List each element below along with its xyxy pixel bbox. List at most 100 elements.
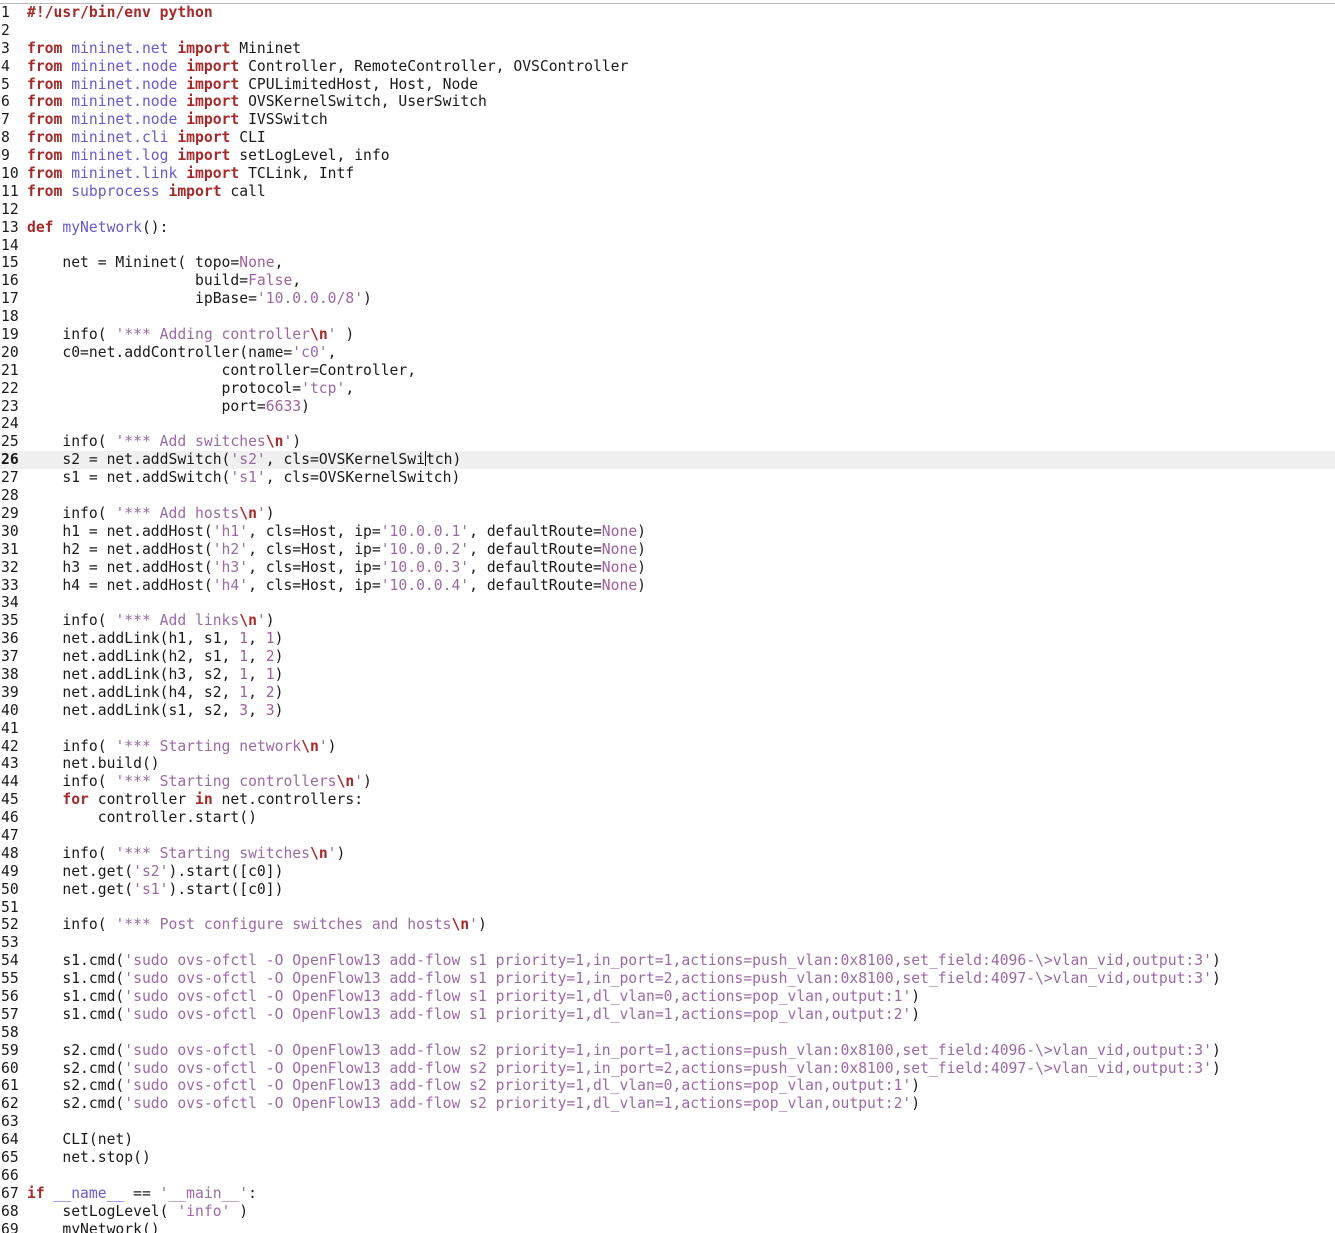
code-line[interactable]: 4 from mininet.node import Controller, Re… [0, 58, 1335, 76]
line-number: 24 [1, 415, 19, 433]
code-line[interactable]: 51 [0, 899, 1335, 917]
code-line[interactable]: 60 s2.cmd('sudo ovs-ofctl -O OpenFlow13 … [0, 1060, 1335, 1078]
code-token-esc: \n [451, 916, 470, 934]
code-line[interactable]: 49 net.get('s2').start([c0]) [0, 863, 1335, 881]
code-line[interactable]: 30 h1 = net.addHost('h1', cls=Host, ip='… [0, 523, 1335, 541]
code-line[interactable]: 28 [0, 487, 1335, 505]
code-line[interactable]: 14 [0, 237, 1335, 255]
code-token-p [177, 165, 186, 182]
code-line[interactable]: 21 controller=Controller, [0, 362, 1335, 380]
code-token-p: ) [911, 1077, 921, 1095]
code-line[interactable]: 24 [0, 415, 1335, 433]
code-token-p: h3 = net.addHost( [27, 558, 213, 576]
code-token-p: info( [27, 326, 116, 344]
code-token-p: net.addLink(h1, s1, [27, 630, 240, 648]
code-line[interactable]: 7 from mininet.node import IVSSwitch [0, 111, 1335, 129]
code-line[interactable]: 29 info( '*** Add hosts\n') [0, 505, 1335, 523]
line-number: 34 [1, 594, 19, 612]
code-line[interactable]: 25 info( '*** Add switches\n') [0, 433, 1335, 451]
code-token-str: '*** Add links [115, 612, 240, 630]
line-number: 50 [1, 880, 19, 898]
code-line[interactable]: 40 net.addLink(s1, s2, 3, 3) [0, 702, 1335, 720]
line-number: 68 [1, 1202, 19, 1220]
code-line[interactable]: 8 from mininet.cli import CLI [0, 129, 1335, 147]
code-line[interactable]: 43 net.build() [0, 755, 1335, 773]
code-line[interactable]: 10 from mininet.link import TCLink, Intf [0, 165, 1335, 183]
code-line[interactable]: 34 [0, 594, 1335, 612]
code-line[interactable]: 9 from mininet.log import setLogLevel, in… [0, 147, 1335, 165]
code-token-str: ' [327, 844, 337, 862]
code-line[interactable]: 3 from mininet.net import Mininet [0, 40, 1335, 58]
code-token-p [62, 58, 71, 75]
code-line[interactable]: 23 port=6633) [0, 398, 1335, 416]
code-line[interactable]: 44 info( '*** Starting controllers\n') [0, 773, 1335, 791]
code-line[interactable]: 31 h2 = net.addHost('h2', cls=Host, ip='… [0, 541, 1335, 559]
line-number: 15 [1, 254, 19, 272]
code-line[interactable]: 15 net = Mininet( topo=None, [0, 254, 1335, 272]
code-line[interactable]: 57 s1.cmd('sudo ovs-ofctl -O OpenFlow13 … [0, 1006, 1335, 1024]
code-line[interactable]: 54 s1.cmd('sudo ovs-ofctl -O OpenFlow13 … [0, 952, 1335, 970]
code-line[interactable]: 36 net.addLink(h1, s1, 1, 1) [0, 630, 1335, 648]
line-number: 10 [1, 165, 19, 183]
code-token-str: '*** Starting network [115, 737, 302, 755]
code-line[interactable]: 11 from subprocess import call [0, 183, 1335, 201]
code-line[interactable]: 67 if __name__ == '__main__': [0, 1185, 1335, 1203]
code-line[interactable]: 66 [0, 1167, 1335, 1185]
code-line[interactable]: 52 info( '*** Post configure switches an… [0, 916, 1335, 934]
code-line[interactable]: 13 def myNetwork(): [0, 219, 1335, 237]
code-line[interactable]: 12 [0, 201, 1335, 219]
code-line[interactable]: 39 net.addLink(h4, s2, 1, 2) [0, 684, 1335, 702]
code-token-p: s1.cmd( [27, 970, 125, 988]
code-editor[interactable]: 1 #!/usr/bin/env python 2 3 from mininet.net… [0, 3, 1335, 1233]
code-text: for controller in net.controllers: [27, 791, 363, 809]
code-text: s1.cmd('sudo ovs-ofctl -O OpenFlow13 add… [27, 952, 1220, 970]
code-token-p [160, 183, 169, 200]
code-line[interactable]: 69 myNetwork() [0, 1221, 1335, 1233]
code-line[interactable]: 50 net.get('s1').start([c0]) [0, 881, 1335, 899]
code-line[interactable]: 22 protocol='tcp', [0, 380, 1335, 398]
code-line[interactable]: 55 s1.cmd('sudo ovs-ofctl -O OpenFlow13 … [0, 970, 1335, 988]
code-line[interactable]: 19 info( '*** Adding controller\n' ) [0, 326, 1335, 344]
code-token-num: 6633 [265, 397, 302, 415]
code-token-p: call [221, 182, 266, 200]
code-line[interactable]: 63 [0, 1113, 1335, 1131]
code-line[interactable]: 56 s1.cmd('sudo ovs-ofctl -O OpenFlow13 … [0, 988, 1335, 1006]
code-line[interactable]: 42 info( '*** Starting network\n') [0, 738, 1335, 756]
code-token-p: net.addLink(h4, s2, [27, 683, 240, 701]
code-line[interactable]: 59 s2.cmd('sudo ovs-ofctl -O OpenFlow13 … [0, 1042, 1335, 1060]
code-line[interactable]: 41 [0, 720, 1335, 738]
code-line[interactable]: 65 net.stop() [0, 1149, 1335, 1167]
code-token-p: myNetwork() [27, 1220, 160, 1233]
code-line[interactable]: 58 [0, 1024, 1335, 1042]
code-line[interactable]: 2 [0, 22, 1335, 40]
code-line[interactable]: 48 info( '*** Starting switches\n') [0, 845, 1335, 863]
code-line[interactable]: 26 s2 = net.addSwitch('s2', cls=OVSKerne… [0, 451, 1335, 470]
code-line[interactable]: 20 c0=net.addController(name='c0', [0, 344, 1335, 362]
code-line[interactable]: 61 s2.cmd('sudo ovs-ofctl -O OpenFlow13 … [0, 1077, 1335, 1095]
code-line[interactable]: 45 for controller in net.controllers: [0, 791, 1335, 809]
code-line[interactable]: 62 s2.cmd('sudo ovs-ofctl -O OpenFlow13 … [0, 1095, 1335, 1113]
code-line[interactable]: 6 from mininet.node import OVSKernelSwitc… [0, 93, 1335, 111]
code-token-p: , [248, 665, 266, 683]
code-line[interactable]: 38 net.addLink(h3, s2, 1, 1) [0, 666, 1335, 684]
code-line[interactable]: 64 CLI(net) [0, 1131, 1335, 1149]
code-line[interactable]: 18 [0, 308, 1335, 326]
code-line[interactable]: 33 h4 = net.addHost('h4', cls=Host, ip='… [0, 577, 1335, 595]
code-line[interactable]: 68 setLogLevel( 'info' ) [0, 1203, 1335, 1221]
code-token-str: '*** Starting switches [115, 844, 310, 862]
code-line[interactable]: 1 #!/usr/bin/env python [0, 4, 1335, 22]
code-line[interactable]: 35 info( '*** Add links\n') [0, 612, 1335, 630]
code-line[interactable]: 5 from mininet.node import CPULimitedHost… [0, 76, 1335, 94]
code-line[interactable]: 27 s1 = net.addSwitch('s1', cls=OVSKerne… [0, 469, 1335, 487]
code-line[interactable]: 47 [0, 827, 1335, 845]
line-number: 38 [1, 665, 19, 683]
line-number: 31 [1, 540, 19, 558]
code-line[interactable]: 53 [0, 934, 1335, 952]
code-line[interactable]: 32 h3 = net.addHost('h3', cls=Host, ip='… [0, 559, 1335, 577]
code-token-p: CLI(net) [27, 1131, 134, 1149]
code-line[interactable]: 46 controller.start() [0, 809, 1335, 827]
code-line[interactable]: 16 build=False, [0, 272, 1335, 290]
code-line[interactable]: 17 ipBase='10.0.0.0/8') [0, 290, 1335, 308]
line-number: 6 [1, 93, 10, 111]
code-line[interactable]: 37 net.addLink(h2, s1, 1, 2) [0, 648, 1335, 666]
